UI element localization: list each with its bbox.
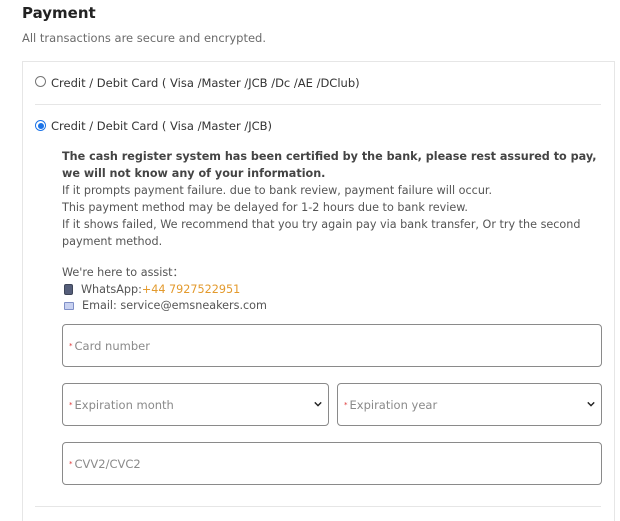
payment-methods-box: Credit / Debit Card ( Visa /Master /JCB …: [22, 61, 615, 521]
required-marker: *: [69, 341, 73, 350]
required-marker: *: [69, 459, 73, 468]
expiration-year-placeholder: Expiration year: [349, 397, 438, 412]
chevron-down-icon: [587, 401, 595, 407]
option-divider: [35, 104, 601, 105]
required-marker: *: [344, 400, 348, 409]
mail-icon: [64, 302, 74, 311]
payment-option-1-label[interactable]: Credit / Debit Card ( Visa /Master /JCB …: [51, 76, 360, 90]
payment-option-2-radio[interactable]: [35, 120, 46, 131]
required-marker: *: [69, 400, 73, 409]
whatsapp-label: WhatsApp:: [81, 282, 142, 296]
payment-option-2-label[interactable]: Credit / Debit Card ( Visa /Master /JCB): [51, 119, 272, 133]
chevron-down-icon: [314, 401, 322, 407]
whatsapp-row: WhatsApp: +44 7927522951: [62, 282, 267, 299]
payment-subtitle: All transactions are secure and encrypte…: [22, 31, 267, 45]
card-number-input[interactable]: * Card number: [62, 324, 602, 367]
cvv-input[interactable]: * CVV2/CVC2: [62, 442, 602, 485]
payment-notice: The cash register system has been certif…: [62, 148, 607, 250]
payment-option-1[interactable]: [35, 76, 46, 87]
notice-line-3: If it shows failed, We recommend that yo…: [62, 218, 581, 248]
email-row: Email: service@emsneakers.com: [62, 298, 267, 315]
assist-heading: We're here to assist：: [62, 266, 184, 279]
bottom-divider: [35, 506, 601, 507]
card-number-placeholder: Card number: [74, 338, 150, 353]
whatsapp-number[interactable]: +44 7927522951: [142, 282, 240, 299]
phone-icon: [64, 284, 73, 296]
cvv-placeholder: CVV2/CVC2: [74, 456, 141, 471]
notice-line-1: If it prompts payment failure. due to ba…: [62, 184, 493, 197]
email-label[interactable]: Email: service@emsneakers.com: [82, 298, 267, 315]
assist-block: We're here to assist： WhatsApp: +44 7927…: [62, 265, 267, 315]
payment-option-2[interactable]: [35, 120, 46, 131]
notice-line-2: This payment method may be delayed for 1…: [62, 201, 468, 214]
expiration-month-placeholder: Expiration month: [74, 397, 174, 412]
payment-option-1-radio[interactable]: [35, 76, 46, 87]
expiration-year-select[interactable]: * Expiration year: [337, 383, 602, 426]
payment-title: Payment: [22, 4, 96, 22]
notice-bold-text: The cash register system has been certif…: [62, 150, 597, 180]
expiration-month-select[interactable]: * Expiration month: [62, 383, 329, 426]
